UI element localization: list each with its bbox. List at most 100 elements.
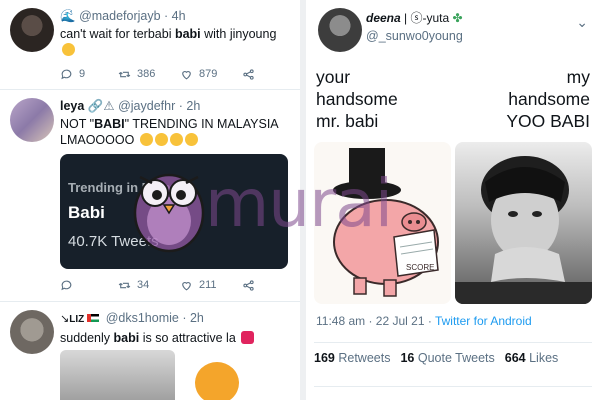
tweet-text: NOT "BABI" TRENDING IN MALAYSIA LMAOOOOO (60, 116, 292, 148)
like-button[interactable]: 211 (180, 279, 242, 292)
tweet-2[interactable]: leya 🔗⚠ @jaydefhr · 2h NOT "BABI" TRENDI… (0, 90, 300, 302)
decorative-symbols-icon: ↘ (60, 313, 70, 325)
wave-icon: 🌊 (60, 9, 76, 23)
text-part: can't wait for terbabi (60, 27, 175, 41)
quotes-label: Quote Tweets (417, 351, 495, 365)
text-bold: BABI (94, 117, 125, 131)
avatar[interactable] (10, 8, 54, 52)
tweet-handle[interactable]: @jaydefhr · 2h (118, 99, 200, 113)
timeline-column: 🌊 @madeforjayb · 4h can't wait for terba… (0, 0, 300, 400)
text-line: your (316, 67, 351, 87)
text-left-block: your handsome mr. babi (316, 66, 398, 142)
pig-with-hat-icon: SCORE (333, 148, 439, 297)
text-line: handsome (508, 89, 590, 109)
crying-laughing-emoji-icon (169, 133, 183, 146)
text-bold: babi (174, 27, 201, 41)
heart-icon (182, 281, 191, 290)
retweet-icon (118, 71, 131, 77)
flag-icon (87, 314, 100, 322)
tweet-author[interactable]: LIZ (69, 314, 84, 325)
quote-tweets-stat[interactable]: 16 Quote Tweets (400, 351, 494, 365)
crying-laughing-emoji-icon (139, 133, 153, 146)
tweet-header: leya 🔗⚠ @jaydefhr · 2h (60, 98, 292, 114)
like-count: 879 (199, 68, 218, 80)
retweet-button[interactable]: 34 (118, 279, 180, 292)
score-label: SCORE (406, 263, 434, 272)
retweet-icon (118, 282, 131, 288)
tweet-header: 🌊 @madeforjayb · 4h (60, 8, 292, 24)
likes-label: Likes (529, 351, 559, 365)
crying-laughing-emoji-icon (184, 133, 198, 146)
photo-grid: SCORE (306, 142, 600, 304)
retweet-count: 386 (137, 68, 156, 80)
attached-photo[interactable] (60, 350, 175, 400)
text-line: YOO BABI (506, 111, 590, 131)
share-button[interactable] (242, 68, 255, 81)
likes-stat[interactable]: 664 Likes (505, 351, 559, 365)
reply-button[interactable] (60, 279, 118, 292)
like-button[interactable]: 879 (180, 68, 242, 81)
tweet-author[interactable]: leya (60, 99, 84, 113)
tweet-text: can't wait for terbabi babi with jinyoun… (60, 26, 292, 58)
text-line: handsome (316, 89, 398, 109)
trending-card[interactable]: Trending in Malaysia Babi 40.7K Tweets (60, 154, 288, 269)
tweet-text: suddenly babi is so attractive la (60, 330, 292, 346)
screenshot-collage: 🌊 @madeforjayb · 4h can't wait for terba… (0, 0, 600, 400)
retweets-stat[interactable]: 169 Retweets (314, 351, 390, 365)
tweet-meta: 11:48 am · 22 Jul 21 · Twitter for Andro… (306, 304, 600, 334)
more-options-icon[interactable]: ⌄ (576, 14, 588, 31)
text-part: NOT " (60, 117, 95, 131)
author-suffix: | ⓢ-yuta (404, 11, 450, 25)
avatar[interactable] (10, 310, 54, 354)
reply-count: 9 (79, 68, 86, 80)
heart-eyes-cat-emoji-icon (195, 362, 239, 400)
retweet-count: 34 (137, 279, 150, 291)
text-part: suddenly (60, 331, 114, 345)
tweet-handle[interactable]: @_sunwo0young (366, 29, 600, 43)
avatar[interactable] (318, 8, 362, 52)
link-icon: 🔗⚠ (87, 99, 115, 113)
action-bar (314, 386, 592, 400)
smile-emoji-icon (62, 43, 75, 56)
text-line: my (566, 67, 590, 87)
avatar[interactable] (10, 98, 54, 142)
like-count: 211 (199, 279, 217, 291)
tweet-stats: 169 Retweets 16 Quote Tweets 664 Likes (314, 342, 592, 365)
text-part: with jinyoung (200, 27, 277, 41)
tweet-header: deena | ⓢ-yuta ✤ @_sunwo0young ⌄ (306, 0, 600, 60)
text-part: is so attractive la (139, 331, 236, 345)
tweet-actions: 34 211 (60, 273, 292, 297)
tweet-header: ↘LIZ @dks1homie · 2h (60, 310, 292, 328)
portrait-icon (455, 156, 592, 304)
sparkling-heart-emoji-icon (241, 331, 255, 344)
tweet-3[interactable]: ↘LIZ @dks1homie · 2h suddenly babi is so… (0, 302, 300, 400)
trend-location: Trending in Malaysia (68, 180, 196, 195)
tweet-author[interactable]: deena (366, 11, 401, 25)
heart-icon (182, 70, 191, 79)
retweets-count: 169 (314, 351, 335, 365)
share-button[interactable] (242, 279, 255, 292)
reply-button[interactable]: 9 (60, 68, 118, 81)
reply-icon (61, 69, 72, 79)
retweet-button[interactable]: 386 (118, 68, 180, 81)
text-line: mr. babi (316, 111, 379, 131)
quotes-count: 16 (400, 351, 415, 365)
tweet-client-link[interactable]: Twitter for Android (435, 314, 532, 328)
likes-count: 664 (504, 351, 526, 365)
tweet-timestamp[interactable]: 11:48 am · 22 Jul 21 · (316, 314, 435, 328)
portrait-photo[interactable] (455, 142, 592, 304)
pig-illustration-photo[interactable]: SCORE (314, 142, 451, 304)
tweet-detail: deena | ⓢ-yuta ✤ @_sunwo0young ⌄ your ha… (306, 0, 600, 400)
trend-count: 40.7K Tweets (68, 233, 159, 250)
share-icon (243, 279, 254, 291)
tweet-handle[interactable]: @madeforjayb · 4h (79, 9, 186, 23)
text-right-block: my handsome YOO BABI (506, 66, 590, 142)
author-line: deena | ⓢ-yuta ✤ (366, 10, 600, 26)
tweet-actions: 9 386 879 (60, 62, 292, 86)
tweet-1[interactable]: 🌊 @madeforjayb · 4h can't wait for terba… (0, 0, 300, 90)
tweet-handle[interactable]: @dks1homie · 2h (106, 311, 204, 325)
crying-laughing-emoji-icon (154, 133, 168, 146)
tweet-text: your handsome mr. babi my handsome YOO B… (306, 60, 600, 142)
share-icon (243, 68, 254, 80)
trend-term: Babi (68, 203, 105, 222)
